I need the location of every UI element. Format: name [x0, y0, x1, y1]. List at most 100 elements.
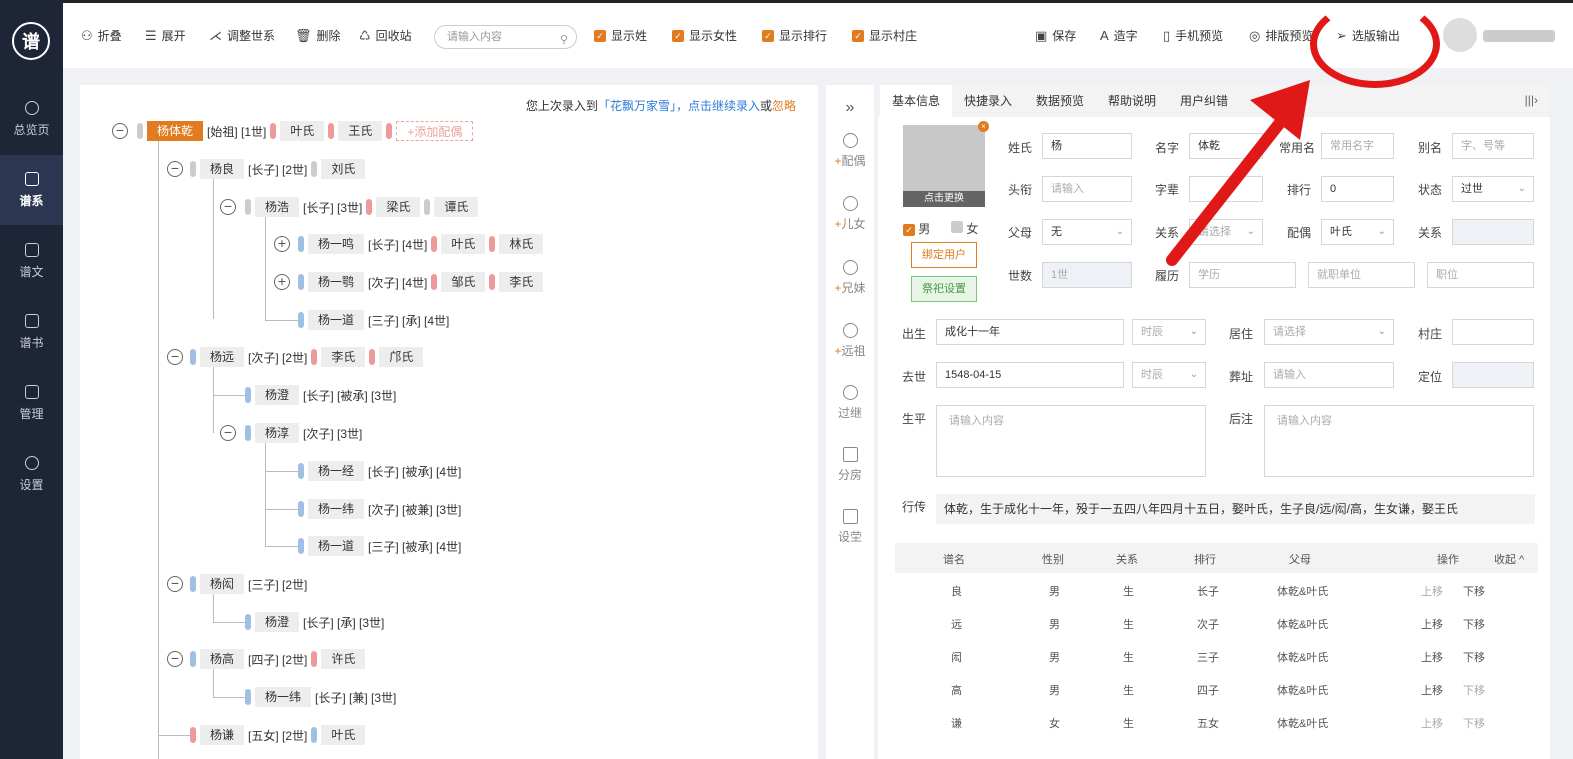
move-down-button[interactable]: 下移 [1463, 616, 1485, 632]
notes-textarea[interactable]: 请输入内容 [1264, 405, 1534, 477]
collapse-toggle[interactable]: − [220, 199, 236, 215]
spouse-name[interactable]: 王氏 [338, 121, 383, 141]
gender-female-radio[interactable]: 女 [951, 220, 978, 237]
expand-toggle[interactable]: + [274, 236, 290, 252]
relation-select[interactable]: 请选择 ⌄ [1189, 219, 1263, 245]
move-up-button[interactable]: 上移 [1421, 715, 1443, 731]
move-up-button[interactable]: 上移 [1421, 682, 1443, 698]
birth-date-input[interactable]: 成化十一年 [936, 319, 1124, 345]
grave-action[interactable]: 设茔 [826, 509, 874, 545]
add-spouse-button[interactable]: +添加配偶 [396, 121, 474, 141]
spouse-select[interactable]: 叶氏 ⌄ [1321, 219, 1394, 245]
move-up-button[interactable]: 上移 [1421, 583, 1443, 599]
member-name[interactable]: 杨澄 [255, 612, 300, 632]
member-name[interactable]: 杨谦 [200, 725, 245, 745]
spouse-name[interactable]: 李氏 [499, 272, 544, 292]
search-input[interactable]: 请输入内容 ⚲ [434, 25, 577, 49]
sidebar-item-book[interactable]: 谱书 [0, 297, 63, 367]
spouse-name[interactable]: 叶氏 [280, 121, 325, 141]
layout-preview-button[interactable]: ◎ 排版预览 [1249, 27, 1313, 44]
spouse-name[interactable]: 叶氏 [441, 234, 486, 254]
burial-input[interactable]: 请输入 [1264, 362, 1394, 388]
member-name[interactable]: 杨远 [200, 347, 245, 367]
alias-input[interactable]: 字、号等 [1452, 133, 1534, 159]
create-char-button[interactable]: A 造字 [1100, 27, 1138, 44]
given-name-input[interactable]: 体乾 [1189, 133, 1263, 159]
status-select[interactable]: 过世 ⌄ [1452, 176, 1534, 202]
bind-user-button[interactable]: 绑定用户 [911, 242, 977, 268]
add-ancestor-action[interactable]: +远祖 [826, 323, 874, 359]
village-input[interactable] [1452, 319, 1534, 345]
death-date-input[interactable]: 1548-04-15 [936, 362, 1124, 388]
collapse-toggle[interactable]: − [167, 161, 183, 177]
spouse-name[interactable]: 叶氏 [321, 725, 366, 745]
collapse-toggle[interactable]: − [112, 123, 128, 139]
save-button[interactable]: ▣ 保存 [1035, 27, 1076, 44]
avatar-photo[interactable]: 点击更换 × [903, 121, 989, 207]
tab-user-correction[interactable]: 用户纠错 [1168, 85, 1240, 117]
member-name[interactable]: 杨一道 [308, 310, 365, 330]
sidebar-item-settings[interactable]: 设置 [0, 439, 63, 509]
show-female-checkbox[interactable]: ✓ 显示女性 [672, 27, 737, 44]
sidebar-item-overview[interactable]: 总览页 [0, 84, 63, 154]
show-rank-checkbox[interactable]: ✓ 显示排行 [762, 27, 827, 44]
title-input[interactable]: 请输入 [1042, 176, 1132, 202]
collapse-toggle[interactable]: − [167, 576, 183, 592]
ignore-link[interactable]: 忽略 [772, 99, 796, 113]
member-name[interactable]: 杨澄 [255, 385, 300, 405]
generation-char-input[interactable] [1189, 176, 1263, 202]
position-input[interactable]: 职位 [1427, 262, 1534, 288]
move-down-button[interactable]: 下移 [1463, 649, 1485, 665]
death-hour-select[interactable]: 时辰 ⌄ [1132, 362, 1206, 388]
member-name[interactable]: 杨体乾 [147, 121, 204, 141]
expand-panel-icon[interactable]: |||› [1525, 93, 1538, 107]
member-name[interactable]: 杨高 [200, 649, 245, 669]
member-name[interactable]: 杨良 [200, 159, 245, 179]
branch-action[interactable]: 分房 [826, 447, 874, 483]
delete-button[interactable]: 🗑 删除 [295, 27, 341, 44]
mobile-preview-button[interactable]: ▯ 手机预览 [1163, 27, 1223, 44]
move-up-button[interactable]: 上移 [1421, 616, 1443, 632]
surname-input[interactable]: 杨 [1042, 133, 1132, 159]
add-sibling-action[interactable]: +兄妹 [826, 260, 874, 296]
recycle-bin-button[interactable]: ♺ 回收站 [359, 27, 412, 44]
remove-photo-icon[interactable]: × [978, 121, 989, 132]
spouse-name[interactable]: 刘氏 [321, 159, 366, 179]
common-name-input[interactable]: 常用名字 [1321, 133, 1394, 159]
sidebar-item-manage[interactable]: 管理 [0, 368, 63, 438]
sidebar-item-articles[interactable]: 谱文 [0, 226, 63, 296]
spouse-name[interactable]: 李氏 [321, 347, 366, 367]
collapse-toggle[interactable]: − [167, 651, 183, 667]
residence-select[interactable]: 请选择 ⌄ [1264, 319, 1394, 345]
education-input[interactable]: 学历 [1189, 262, 1296, 288]
add-child-action[interactable]: +儿女 [826, 196, 874, 232]
member-name[interactable]: 杨一道 [308, 536, 365, 556]
biography-textarea[interactable]: 请输入内容 [936, 405, 1206, 477]
collapse-table-button[interactable]: 收起 ^ [1494, 551, 1524, 567]
collapse-toggle[interactable]: − [167, 349, 183, 365]
add-spouse-action[interactable]: +配偶 [826, 133, 874, 169]
resume-link[interactable]: 「花飘万家雪」 [598, 99, 676, 113]
spouse-name[interactable]: 邝氏 [379, 347, 424, 367]
member-name[interactable]: 杨淳 [255, 423, 300, 443]
collapse-toggle[interactable]: − [220, 425, 236, 441]
show-surname-checkbox[interactable]: ✓ 显示姓 [594, 27, 647, 44]
ritual-settings-button[interactable]: 祭祀设置 [911, 276, 977, 302]
member-name[interactable]: 杨一鹗 [308, 272, 365, 292]
expand-toggle[interactable]: + [274, 274, 290, 290]
collapse-panel-icon[interactable]: » [826, 99, 874, 117]
adjust-lineage-button[interactable]: ⋌ 调整世系 [209, 27, 275, 44]
tab-help[interactable]: 帮助说明 [1096, 85, 1168, 117]
tab-basic-info[interactable]: 基本信息 [880, 85, 953, 117]
rank-input[interactable]: 0 [1321, 176, 1394, 202]
gender-male-radio[interactable]: ✓ 男 [903, 220, 930, 237]
spouse-name[interactable]: 梁氏 [376, 197, 421, 217]
employer-input[interactable]: 就职单位 [1308, 262, 1415, 288]
expand-button[interactable]: ☰ 展开 [145, 27, 186, 44]
member-name[interactable]: 杨一经 [308, 461, 365, 481]
tab-quick-entry[interactable]: 快捷录入 [952, 85, 1024, 117]
parent-select[interactable]: 无 ⌄ [1042, 219, 1132, 245]
export-button[interactable]: ➢ 选版输出 [1336, 27, 1400, 44]
move-down-button[interactable]: 下移 [1463, 583, 1485, 599]
spouse-name[interactable]: 邹氏 [441, 272, 486, 292]
